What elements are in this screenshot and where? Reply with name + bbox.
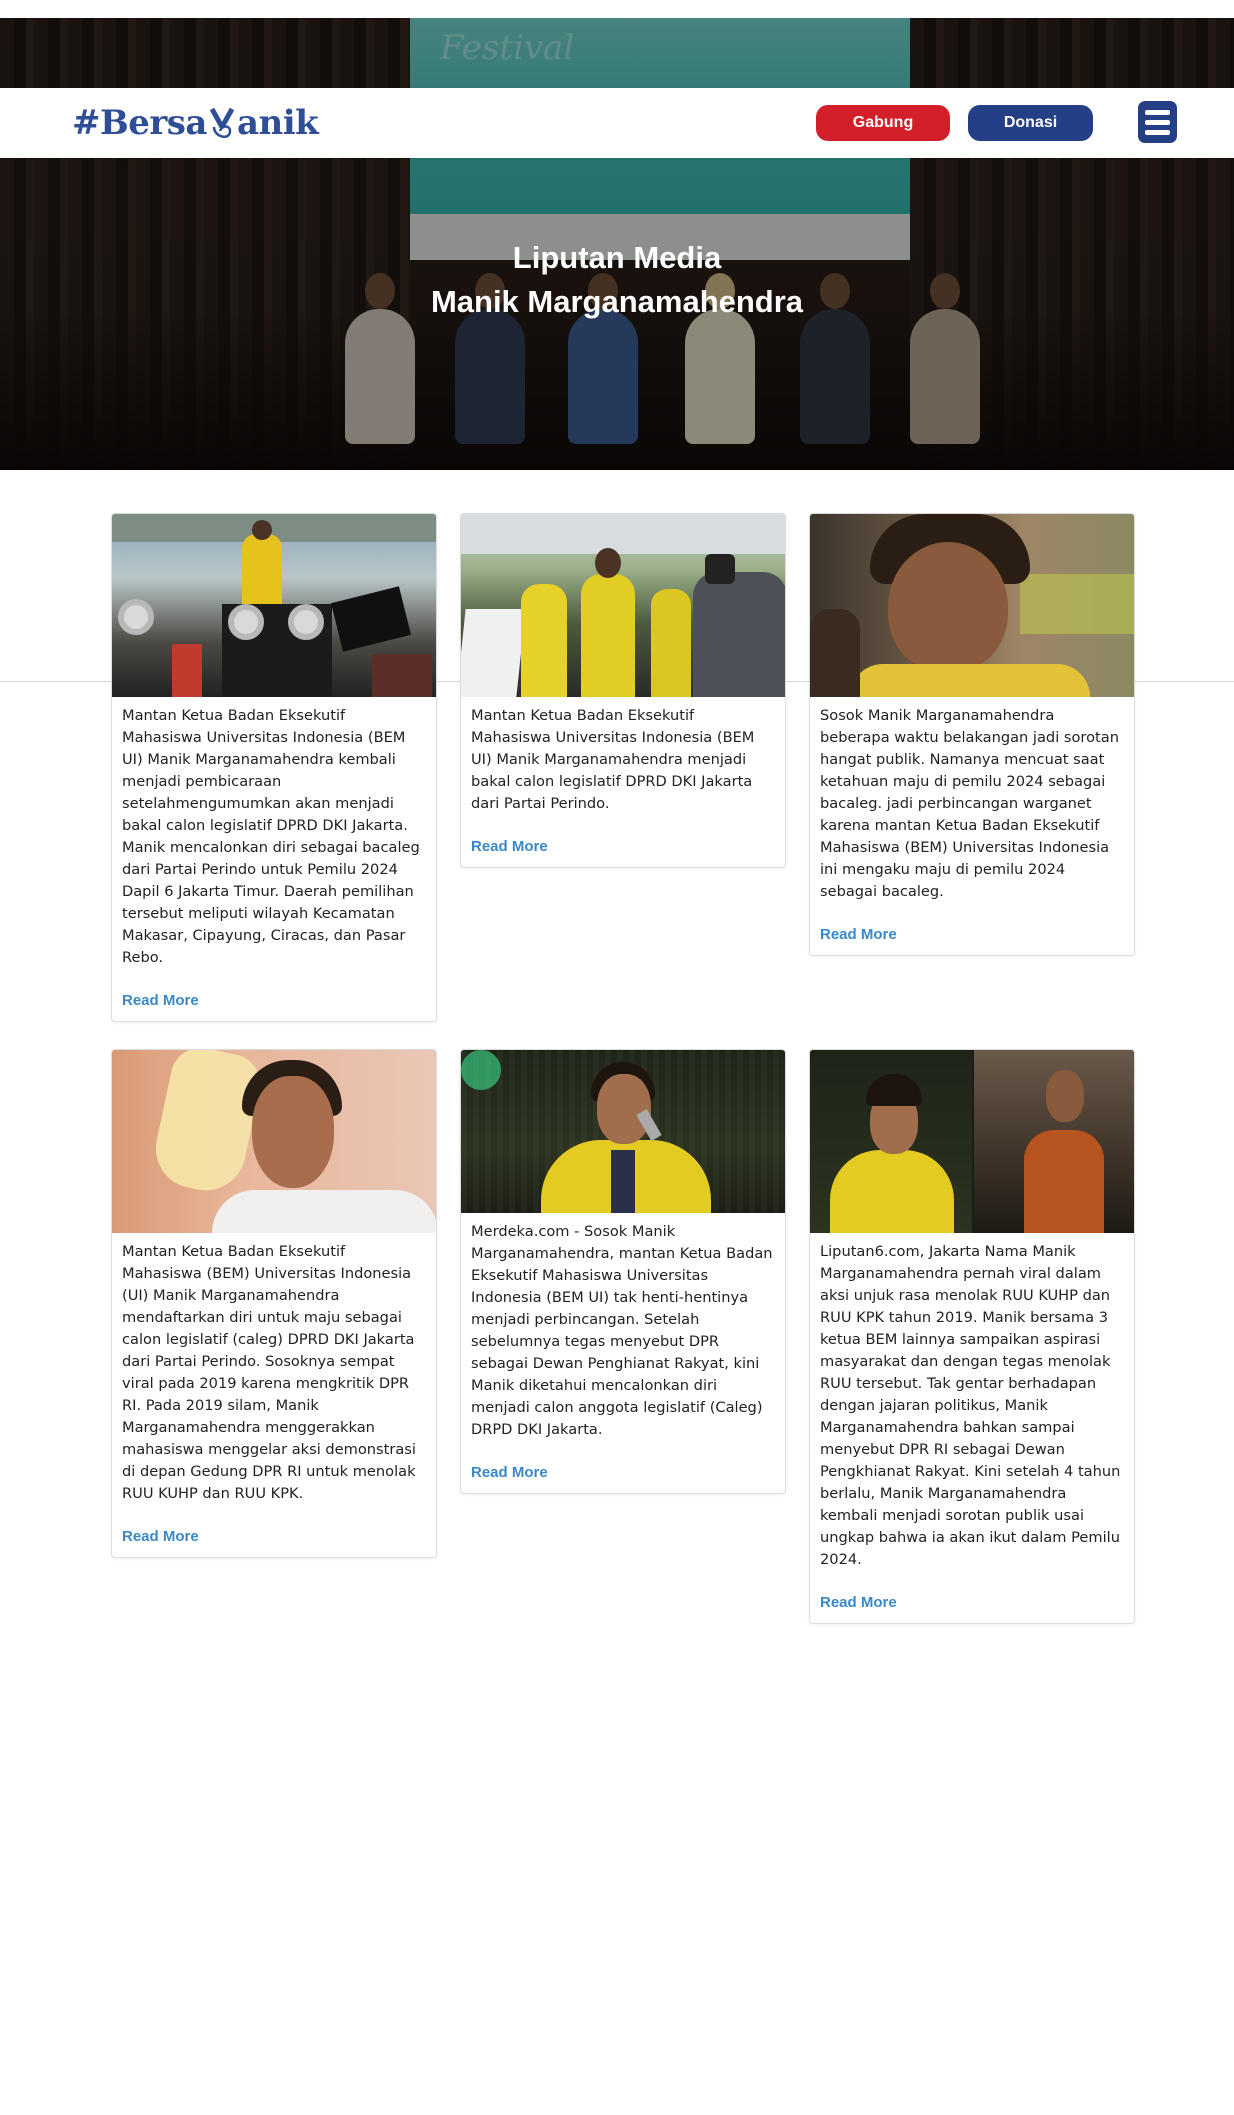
news-card-text: Sosok Manik Marganamahendra beberapa wak… xyxy=(820,707,1119,900)
news-card-text: Mantan Ketua Badan Eksekutif Mahasiswa U… xyxy=(122,707,420,966)
news-card-text: Mantan Ketua Badan Eksekutif Mahasiswa (… xyxy=(122,1243,416,1502)
read-more-link[interactable]: Read More xyxy=(471,838,548,855)
news-card: Sosok Manik Marganamahendra beberapa wak… xyxy=(809,513,1135,956)
heart-hand-icon xyxy=(208,103,236,143)
top-strip xyxy=(0,0,1234,18)
news-image-student-march[interactable] xyxy=(461,514,785,697)
page-title: Liputan Media Manik Marganamahendra xyxy=(0,236,1234,324)
site-logo[interactable]: #Bersa anik xyxy=(72,98,319,148)
news-card: Liputan6.com, Jakarta Nama Manik Margana… xyxy=(809,1049,1135,1624)
donasi-button[interactable]: Donasi xyxy=(968,105,1093,141)
logo-text-left: #Bersa xyxy=(72,103,207,143)
gabung-button[interactable]: Gabung xyxy=(816,105,950,141)
news-card: Mantan Ketua Badan Eksekutif Mahasiswa U… xyxy=(111,513,437,1022)
news-card: Mantan Ketua Badan Eksekutif Mahasiswa (… xyxy=(111,1049,437,1558)
news-image-speech-mic[interactable] xyxy=(461,1050,785,1213)
news-image-portrait-close[interactable] xyxy=(810,514,1134,697)
news-image-collage[interactable] xyxy=(810,1050,1134,1233)
page-title-line2: Manik Marganamahendra xyxy=(430,284,804,319)
read-more-link[interactable]: Read More xyxy=(122,1528,199,1545)
news-card-text: Mantan Ketua Badan Eksekutif Mahasiswa U… xyxy=(471,707,755,812)
news-image-protest-stage[interactable] xyxy=(112,514,436,697)
news-card-text: Liputan6.com, Jakarta Nama Manik Margana… xyxy=(820,1243,1121,1568)
menu-icon[interactable] xyxy=(1138,101,1177,143)
news-card-text: Merdeka.com - Sosok Manik Marganamahendr… xyxy=(471,1223,773,1438)
news-card: Merdeka.com - Sosok Manik Marganamahendr… xyxy=(460,1049,786,1494)
news-card: Mantan Ketua Badan Eksekutif Mahasiswa U… xyxy=(460,513,786,868)
read-more-link[interactable]: Read More xyxy=(820,1594,897,1611)
page-title-line1: Liputan Media xyxy=(512,240,722,275)
hero-banner: Festival Liputan Media Manik Marganamahe… xyxy=(0,18,1234,470)
read-more-link[interactable]: Read More xyxy=(820,926,897,943)
logo-text-right: anik xyxy=(236,103,319,143)
navbar: #Bersa anik Gabung Donasi xyxy=(0,88,1234,158)
read-more-link[interactable]: Read More xyxy=(122,992,199,1009)
news-image-portrait-lamp[interactable] xyxy=(112,1050,436,1233)
read-more-link[interactable]: Read More xyxy=(471,1464,548,1481)
